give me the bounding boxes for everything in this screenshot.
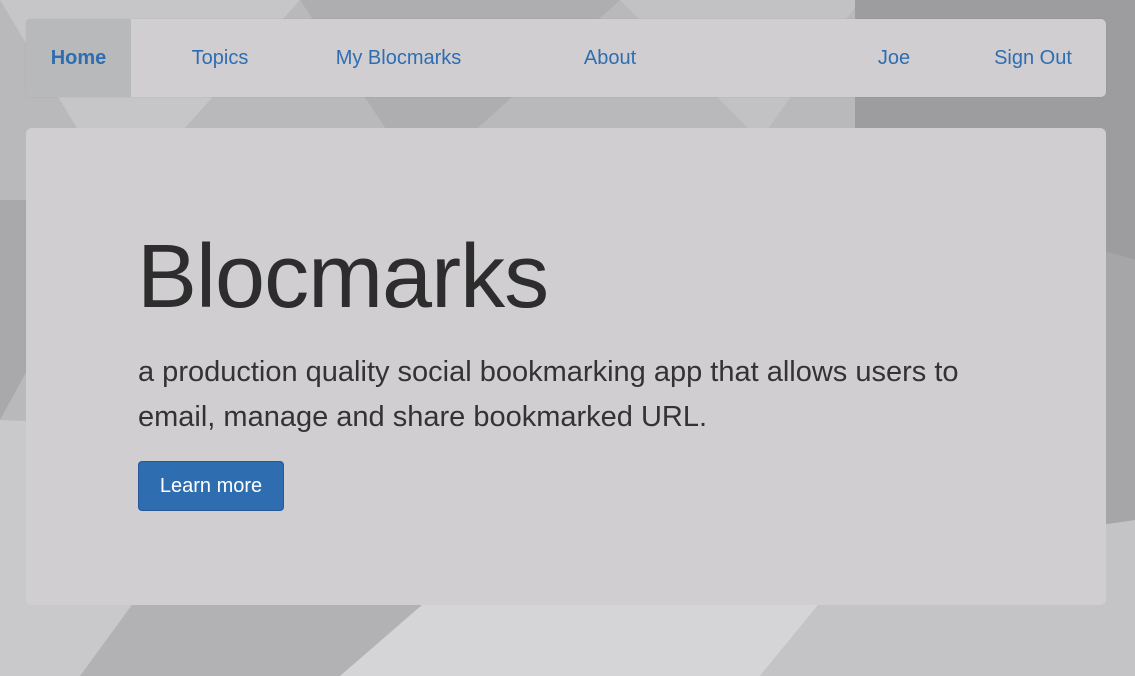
nav-sign-out[interactable]: Sign Out [977,19,1089,97]
nav-home[interactable]: Home [26,19,131,97]
top-navbar: Home Topics My Blocmarks About Joe Sign … [26,19,1106,97]
nav-my-blocmarks[interactable]: My Blocmarks [316,19,481,97]
hero-panel: Blocmarks a production quality social bo… [26,128,1106,605]
hero-description: a production quality social bookmarking … [138,356,959,433]
learn-more-button[interactable]: Learn more [138,461,284,511]
nav-about[interactable]: About [560,19,660,97]
nav-topics[interactable]: Topics [165,19,275,97]
hero-title: Blocmarks [137,227,549,327]
nav-user[interactable]: Joe [856,19,932,97]
